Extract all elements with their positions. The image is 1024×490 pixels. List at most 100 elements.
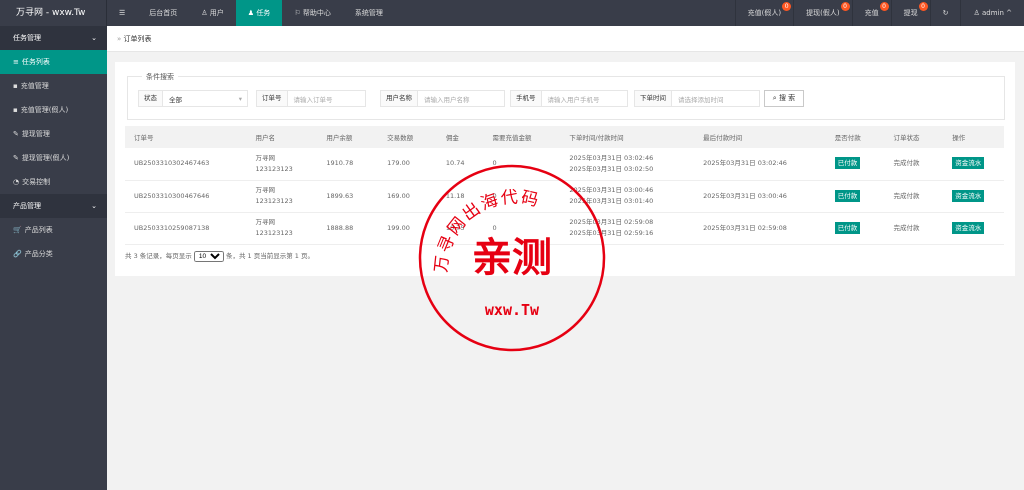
order-time: 2025年03月31日 03:02:46: [569, 153, 654, 162]
flag-icon: ⚐: [294, 9, 303, 17]
order-card: 条件搜索 状态 全部 ▾ 订单号 请输入订单号 用户名称 请输入用户名称 手机号 请输入用…: [115, 62, 1015, 276]
fund-flow-button[interactable]: 资金流水: [952, 157, 985, 170]
search-fieldset: 条件搜索 状态 全部 ▾ 订单号 请输入订单号 用户名称 请输入用户名称 手机号 请输入用…: [127, 72, 1005, 120]
label: 提现管理: [21, 130, 50, 138]
column-header: 下单时间/付款时间: [560, 126, 695, 148]
username-field[interactable]: 用户名称 请输入用户名称: [380, 90, 505, 107]
label: 产品管理: [13, 202, 41, 210]
nav-users[interactable]: ♙ 用户: [189, 0, 236, 26]
last-pay-time: 2025年03月31日 02:59:08: [694, 212, 826, 245]
label: 充值管理: [20, 82, 49, 90]
user-cell: 万寻网 123123123: [246, 148, 318, 181]
recharge-link[interactable]: 充值 0: [851, 0, 891, 26]
label: 提现(假人): [806, 9, 840, 17]
stamp-bottom-text: wxw.Tw: [485, 301, 540, 319]
label: 产品列表: [24, 226, 53, 234]
label: 提现管理(假人): [21, 154, 70, 162]
user-phone: 123123123: [255, 197, 293, 205]
paid-badge: 已付款: [834, 189, 861, 202]
sidebar-group-tasks[interactable]: 任务管理 ⌄: [0, 26, 107, 50]
nav-tasks[interactable]: ♟ 任务: [235, 0, 283, 26]
username: admin: [981, 9, 1004, 17]
label: 交易控制: [22, 178, 51, 186]
user-icon: ♙: [973, 9, 982, 17]
action-cell: 资金流水: [943, 212, 1004, 245]
order-number-field[interactable]: 订单号 请输入订单号: [256, 90, 366, 107]
recharge-fake-link[interactable]: 充值(假人) 0: [734, 0, 793, 26]
user-menu[interactable]: ♙ admin ^: [960, 0, 1024, 26]
gavel-icon: ✎: [13, 130, 19, 138]
phone-input[interactable]: 请输入用户手机号: [542, 94, 628, 104]
sidebar-item-recharge[interactable]: ▪ 充值管理: [0, 74, 107, 98]
table-row: UB2503310259087138 万寻网 123123123 1888.88 …: [125, 212, 1004, 245]
withdraw-fake-link[interactable]: 提现(假人) 0: [793, 0, 851, 26]
sidebar-item-withdraw-fake[interactable]: ✎ 提现管理(假人): [0, 146, 107, 170]
page-size-select[interactable]: 10: [193, 251, 224, 262]
sidebar-item-task-list[interactable]: ≡ 任务列表: [0, 50, 107, 74]
pager-text: 条，共 1 页当前显示第 1 页。: [225, 252, 314, 260]
search-button[interactable]: ⌕ 搜 索: [764, 90, 804, 107]
label: 任务管理: [13, 34, 41, 42]
sidebar-item-trade-control[interactable]: ◔ 交易控制: [0, 170, 107, 194]
fund-flow-button[interactable]: 资金流水: [952, 221, 985, 234]
user-cell: 万寻网 123123123: [246, 180, 318, 213]
label: 充值: [864, 9, 879, 17]
comment-icon: ▪: [13, 106, 18, 114]
order-status: 完成付款: [884, 148, 944, 181]
balance: 1910.78: [317, 148, 379, 181]
user-phone: 123123123: [255, 164, 293, 173]
fund-flow-button[interactable]: 资金流水: [952, 189, 985, 202]
sidebar-item-withdraw[interactable]: ✎ 提现管理: [0, 122, 107, 146]
label: 用户名称: [381, 91, 418, 106]
action-cell: 资金流水: [943, 180, 1004, 213]
user-icon: ♙: [201, 9, 210, 17]
order-time: 2025年03月31日 03:00:46: [569, 186, 654, 194]
search-legend: 条件搜索: [142, 72, 178, 82]
sidebar-item-product-category[interactable]: 🔗 产品分类: [0, 242, 107, 266]
column-header: 用户余额: [317, 126, 379, 148]
nav-help[interactable]: ⚐ 帮助中心: [282, 0, 343, 26]
badge: 0: [840, 2, 850, 11]
amount: 179.00: [378, 148, 437, 181]
order-time-field[interactable]: 下单时间 请选择添加时间: [634, 90, 760, 107]
username-input[interactable]: 请输入用户名称: [418, 94, 504, 104]
balance: 1888.88: [317, 212, 379, 245]
need-recharge: 0: [483, 212, 561, 245]
sidebar-group-products[interactable]: 产品管理 ⌄: [0, 194, 107, 218]
amount: 199.00: [378, 212, 437, 245]
label: 产品分类: [24, 250, 53, 258]
order-time-input[interactable]: 请选择添加时间: [672, 94, 759, 104]
table-row: UB2503310302467463 万寻网 123123123 1910.78 …: [125, 148, 1004, 181]
amount: 169.00: [378, 180, 437, 213]
last-pay-time: 2025年03月31日 03:02:46: [694, 148, 826, 181]
menu-toggle-icon[interactable]: ☰: [107, 0, 137, 26]
badge: 0: [782, 2, 792, 11]
paid-badge: 已付款: [834, 157, 861, 170]
nav-home[interactable]: 后台首页: [137, 0, 189, 26]
column-header: 最后付款时间: [694, 126, 826, 148]
sidebar-item-product-list[interactable]: 🛒 产品列表: [0, 218, 107, 242]
nav-system[interactable]: 系统管理: [343, 0, 395, 26]
column-header: 需要充值金额: [483, 126, 561, 148]
breadcrumb: » 订单列表: [107, 26, 1024, 52]
paid-badge: 已付款: [834, 221, 861, 234]
label: 充值(假人): [747, 9, 782, 17]
sidebar-item-recharge-fake[interactable]: ▪ 充值管理(假人): [0, 98, 107, 122]
orders-table: 订单号 用户名 用户余额 交易数额 佣金 需要充值金额 下单时间/付款时间 最后付款时间 是否付…: [125, 126, 1004, 245]
status-select[interactable]: 状态 全部 ▾: [138, 90, 248, 107]
pagination: 共 3 条记录，每页显示 10 条，共 1 页当前显示第 1 页。: [125, 250, 314, 262]
refresh-icon[interactable]: ↻: [929, 0, 961, 26]
user-cell: 万寻网 123123123: [246, 212, 318, 245]
label: 下单时间: [635, 91, 672, 106]
order-number-input[interactable]: 请输入订单号: [288, 94, 366, 104]
label: 提现: [903, 9, 918, 17]
last-pay-time: 2025年03月31日 03:00:46: [694, 180, 826, 213]
column-header: 佣金: [436, 126, 484, 148]
order-status: 完成付款: [884, 212, 944, 245]
top-bar: 万寻网 - wxw.Tw ☰ 后台首页 ♙ 用户 ♟ 任务 ⚐ 帮助中心 系统管…: [0, 0, 1024, 26]
commission: 11.18: [436, 180, 484, 213]
phone-field[interactable]: 手机号 请输入用户手机号: [510, 90, 628, 107]
sidebar: 任务管理 ⌄ ≡ 任务列表 ▪ 充值管理 ▪ 充值管理(假人) ✎ 提现管理 ✎ 提现管理(…: [0, 26, 107, 490]
label: 状态: [139, 91, 163, 106]
withdraw-link[interactable]: 提现 0: [890, 0, 930, 26]
